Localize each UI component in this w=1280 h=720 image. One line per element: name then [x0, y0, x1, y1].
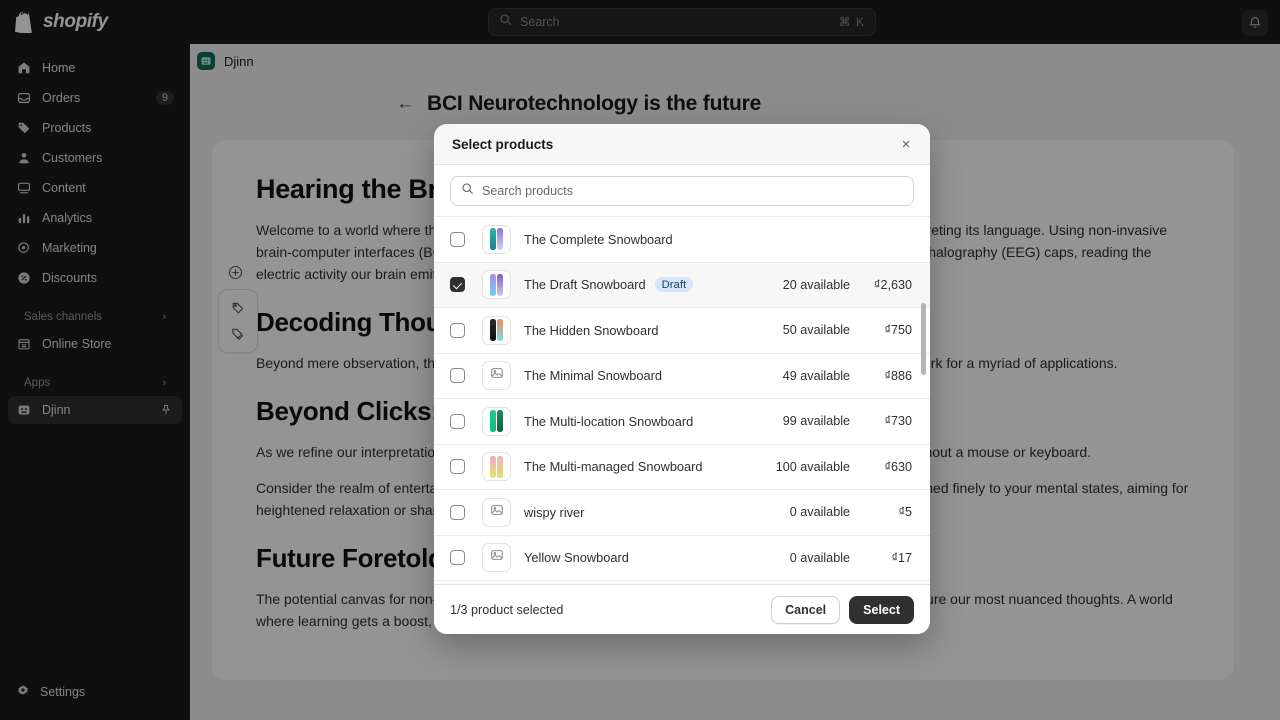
product-thumbnail [482, 361, 511, 391]
select-products-modal: Select products × Search products The Co… [434, 124, 930, 634]
product-name: The Multi-location Snowboard [524, 413, 694, 429]
product-name: The Complete Snowboard [524, 231, 673, 247]
product-thumbnail [482, 270, 511, 300]
row-checkbox[interactable] [450, 368, 465, 384]
product-thumbnail [482, 406, 511, 436]
selection-status: 1/3 product selected [450, 602, 564, 617]
search-products-placeholder: Search products [482, 184, 574, 198]
modal-footer: 1/3 product selected Cancel Select [434, 584, 930, 634]
image-placeholder-icon [490, 366, 504, 385]
product-availability: 0 available [789, 550, 850, 565]
table-row[interactable]: wispy river 0 available ₫5 [434, 490, 930, 536]
product-name: The Minimal Snowboard [524, 368, 662, 384]
product-thumbnail [482, 452, 511, 482]
product-price: ₫5 [898, 505, 912, 520]
product-price: ₫750 [884, 323, 912, 338]
table-row[interactable]: The Multi-managed Snowboard 100 availabl… [434, 444, 930, 490]
product-thumbnail [482, 315, 511, 345]
product-availability: 49 available [782, 368, 850, 383]
table-row[interactable]: The Minimal Snowboard 49 available ₫886 [434, 353, 930, 399]
product-availability: 99 available [782, 414, 850, 429]
product-name: wispy river [524, 504, 585, 520]
table-row[interactable]: The Multi-location Snowboard 99 availabl… [434, 399, 930, 445]
row-checkbox[interactable] [450, 322, 465, 338]
product-availability: 20 available [782, 277, 850, 292]
product-name: The Multi-managed Snowboard [524, 459, 703, 475]
product-thumbnail [482, 224, 511, 254]
product-name: Yellow Snowboard [524, 550, 629, 566]
image-placeholder-icon [490, 503, 504, 522]
modal-header: Select products × [434, 124, 930, 165]
product-search-wrap: Search products [434, 165, 930, 216]
row-checkbox[interactable] [450, 413, 465, 429]
product-availability: 100 available [775, 459, 850, 474]
status-badge: Draft [654, 277, 694, 293]
cancel-button[interactable]: Cancel [771, 595, 841, 624]
close-icon[interactable]: × [896, 134, 916, 154]
table-row[interactable]: The Complete Snowboard [434, 217, 930, 263]
row-checkbox[interactable] [450, 550, 465, 566]
product-list[interactable]: The Complete Snowboard The Draft Snowboa… [434, 216, 930, 584]
select-button[interactable]: Select [849, 595, 914, 624]
product-availability: 0 available [789, 505, 850, 520]
search-products-input[interactable]: Search products [450, 176, 914, 206]
table-row[interactable]: The Draft Snowboard Draft 20 available ₫… [434, 262, 930, 308]
product-name: The Draft Snowboard [524, 277, 646, 293]
row-checkbox[interactable] [450, 504, 465, 520]
table-row[interactable]: The Hidden Snowboard 50 available ₫750 [434, 308, 930, 354]
product-price: ₫886 [884, 368, 912, 383]
search-icon [461, 182, 474, 200]
product-name: The Hidden Snowboard [524, 322, 659, 338]
product-availability: 50 available [782, 323, 850, 338]
list-scrollbar[interactable] [921, 303, 926, 375]
row-checkbox[interactable] [450, 459, 465, 475]
modal-title: Select products [452, 136, 554, 152]
product-price: ₫2,630 [874, 277, 912, 292]
product-price: ₫17 [891, 550, 912, 565]
table-row[interactable]: Yellow Snowboard 0 available ₫17 [434, 535, 930, 581]
product-price: ₫630 [884, 459, 912, 474]
product-price: ₫730 [884, 414, 912, 429]
row-checkbox[interactable] [450, 277, 465, 293]
image-placeholder-icon [490, 548, 504, 567]
product-thumbnail [482, 543, 511, 573]
row-checkbox[interactable] [450, 231, 465, 247]
product-thumbnail [482, 497, 511, 527]
